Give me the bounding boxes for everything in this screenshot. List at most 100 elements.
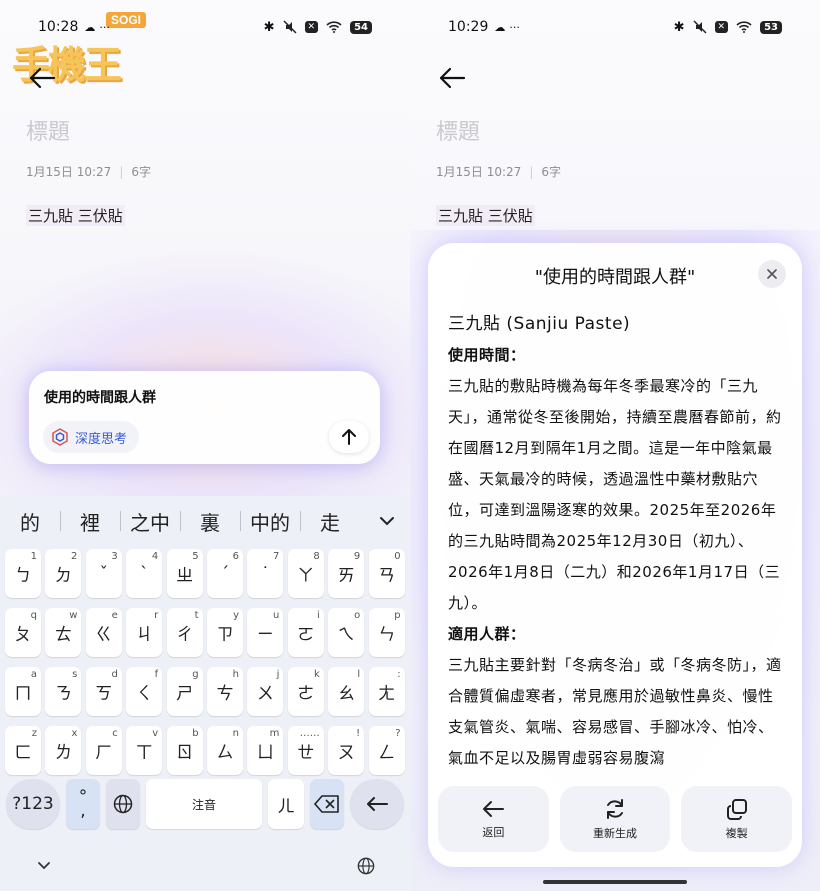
key-main-label: ㄚ xyxy=(297,566,315,586)
note-body-text[interactable]: 三九貼 三伏貼 xyxy=(436,205,535,226)
zhuyin-key[interactable]: ㄢ0 xyxy=(368,549,405,598)
bluetooth-icon: ✱ xyxy=(673,19,685,35)
send-button[interactable] xyxy=(329,421,369,453)
ai-prompt-card: 使用的時間跟人群 深度思考 xyxy=(29,371,380,464)
key-hint-label: 5 xyxy=(192,551,199,562)
battery-icon: 54 xyxy=(350,20,372,34)
note-title-placeholder[interactable]: 標題 xyxy=(26,114,70,146)
candidate-word[interactable]: 中的 xyxy=(240,507,300,536)
status-time: 10:28 xyxy=(38,19,79,35)
key-hint-label: 8 xyxy=(313,551,320,562)
zhuyin-key[interactable]: ㄒv xyxy=(126,726,163,775)
chevron-down-icon[interactable] xyxy=(378,512,396,530)
zhuyin-key[interactable]: ㄆq xyxy=(5,608,41,657)
numbers-key-label: ?123 xyxy=(12,794,54,814)
zhuyin-key[interactable]: ㄅ1 xyxy=(5,549,41,598)
key-main-label: ㄗ xyxy=(216,625,234,645)
zhuyin-key[interactable]: ㄗy xyxy=(207,608,243,657)
zhuyin-key[interactable]: ㄎd xyxy=(85,667,122,716)
zhuyin-key[interactable]: ㄟo xyxy=(328,608,365,657)
candidate-word[interactable]: 裡 xyxy=(60,507,120,536)
sheet-title: "使用的時間跟人群" xyxy=(534,267,696,288)
battery-icon: 53 xyxy=(760,20,782,34)
hide-keyboard-icon[interactable] xyxy=(36,860,52,872)
back-button[interactable]: 返回 xyxy=(438,786,549,852)
zhuyin-key[interactable]: ㄘh xyxy=(207,667,243,716)
space-key-label: 注音 xyxy=(191,797,216,812)
zhuyin-key[interactable]: ㄑf xyxy=(126,667,163,716)
zhuyin-key[interactable]: ㄋs xyxy=(45,667,82,716)
zhuyin-key[interactable]: ㄐr xyxy=(126,608,163,657)
zhuyin-key[interactable]: ㄥ? xyxy=(368,726,405,775)
key-main-label: ㄉ xyxy=(54,566,72,586)
space-key[interactable]: 注音 xyxy=(146,779,262,829)
note-body-text[interactable]: 三九貼 三伏貼 xyxy=(26,205,125,226)
zhuyin-key[interactable]: ㄕg xyxy=(166,667,203,716)
back-arrow-icon[interactable] xyxy=(438,66,466,90)
er-key[interactable]: ㄦ xyxy=(268,779,304,829)
numbers-key[interactable]: ?123 xyxy=(6,779,60,829)
zhuyin-key[interactable]: ㄓ5 xyxy=(166,549,203,598)
key-hint-label: : xyxy=(397,669,401,680)
zhuyin-key[interactable]: ㄇa xyxy=(5,667,41,716)
zhuyin-key[interactable]: ㄝ …… xyxy=(287,726,324,775)
globe-key[interactable] xyxy=(106,779,140,829)
deep-think-chip[interactable]: 深度思考 xyxy=(43,421,140,453)
regenerate-button[interactable]: 重新生成 xyxy=(559,786,671,852)
key-hint-label: h xyxy=(232,669,239,680)
zhuyin-key[interactable]: ㄞ9 xyxy=(328,549,365,598)
note-title-placeholder[interactable]: 標題 xyxy=(436,114,480,146)
key-hint-label: t xyxy=(194,610,199,621)
key-hint-label: e xyxy=(111,610,118,621)
zhuyin-key[interactable]: ㄉ2 xyxy=(45,549,82,598)
zhuyin-key[interactable]: ㄙn xyxy=(207,726,243,775)
language-globe-icon[interactable] xyxy=(357,857,375,875)
copy-button[interactable]: 複製 xyxy=(681,786,793,852)
zhuyin-key[interactable]: ㄌx xyxy=(45,726,82,775)
key-hint-label: 1 xyxy=(30,551,37,562)
candidate-word[interactable]: 的 xyxy=(0,507,60,536)
prompt-input[interactable]: 使用的時間跟人群 xyxy=(44,387,156,407)
candidate-word[interactable]: 之中 xyxy=(120,507,180,536)
key-main-label: ㄒ xyxy=(135,743,153,763)
zhuyin-key[interactable]: ㄣp xyxy=(368,608,405,657)
home-indicator[interactable] xyxy=(543,880,687,884)
candidate-word[interactable]: 走 xyxy=(300,507,360,536)
zhuyin-key[interactable]: ㄩm xyxy=(247,726,284,775)
key-main-label: ㄜ xyxy=(297,684,315,704)
zhuyin-key[interactable]: ㄍe xyxy=(85,608,122,657)
section-usage-time-text: 三九貼的敷貼時機為每年冬季最寒冷的「三九天」，通常從冬至後開始，持續至農曆春節前… xyxy=(448,377,782,612)
zhuyin-key[interactable]: ㄧu xyxy=(247,608,284,657)
zhuyin-key[interactable]: ㄤ: xyxy=(368,667,405,716)
more-dots: ··· xyxy=(99,20,110,34)
zhuyin-key[interactable]: ˋ4 xyxy=(126,549,163,598)
zhuyin-key[interactable]: ㄚ8 xyxy=(287,549,324,598)
zhuyin-key[interactable]: ㄊw xyxy=(45,608,82,657)
zhuyin-key[interactable]: ˊ6 xyxy=(207,549,243,598)
enter-key[interactable] xyxy=(350,779,404,829)
candidate-word[interactable]: 裏 xyxy=(180,507,240,536)
zhuyin-key[interactable]: ㄜk xyxy=(287,667,324,716)
deep-think-icon xyxy=(52,428,68,446)
zhuyin-key[interactable]: ㄔt xyxy=(166,608,203,657)
zhuyin-key[interactable]: ㄏc xyxy=(85,726,122,775)
close-button[interactable] xyxy=(758,260,786,288)
key-main-label: ㄢ xyxy=(378,566,396,586)
meta-separator: | xyxy=(119,165,124,179)
punct-bottom: , xyxy=(80,801,86,821)
backspace-key[interactable] xyxy=(310,779,344,829)
back-arrow-icon[interactable] xyxy=(28,66,56,90)
zhuyin-key[interactable]: ㄈz xyxy=(5,726,41,775)
punctuation-key[interactable]: ° , xyxy=(66,779,100,829)
key-hint-label: …… xyxy=(299,728,320,739)
answer-heading: 三九貼 (Sanjiu Paste) xyxy=(448,314,631,334)
zhuyin-key[interactable]: ㄛi xyxy=(287,608,324,657)
zhuyin-key[interactable]: ˙ 7 xyxy=(247,549,284,598)
zhuyin-key[interactable]: ˇ3 xyxy=(85,549,122,598)
zhuyin-key[interactable]: ㄨj xyxy=(247,667,284,716)
key-hint-label: m xyxy=(269,728,280,739)
zhuyin-key[interactable]: ㄠl xyxy=(328,667,365,716)
note-date: 1月15日 10:27 xyxy=(436,165,522,179)
zhuyin-key[interactable]: ㄖb xyxy=(166,726,203,775)
zhuyin-key[interactable]: ㄡ! xyxy=(328,726,365,775)
